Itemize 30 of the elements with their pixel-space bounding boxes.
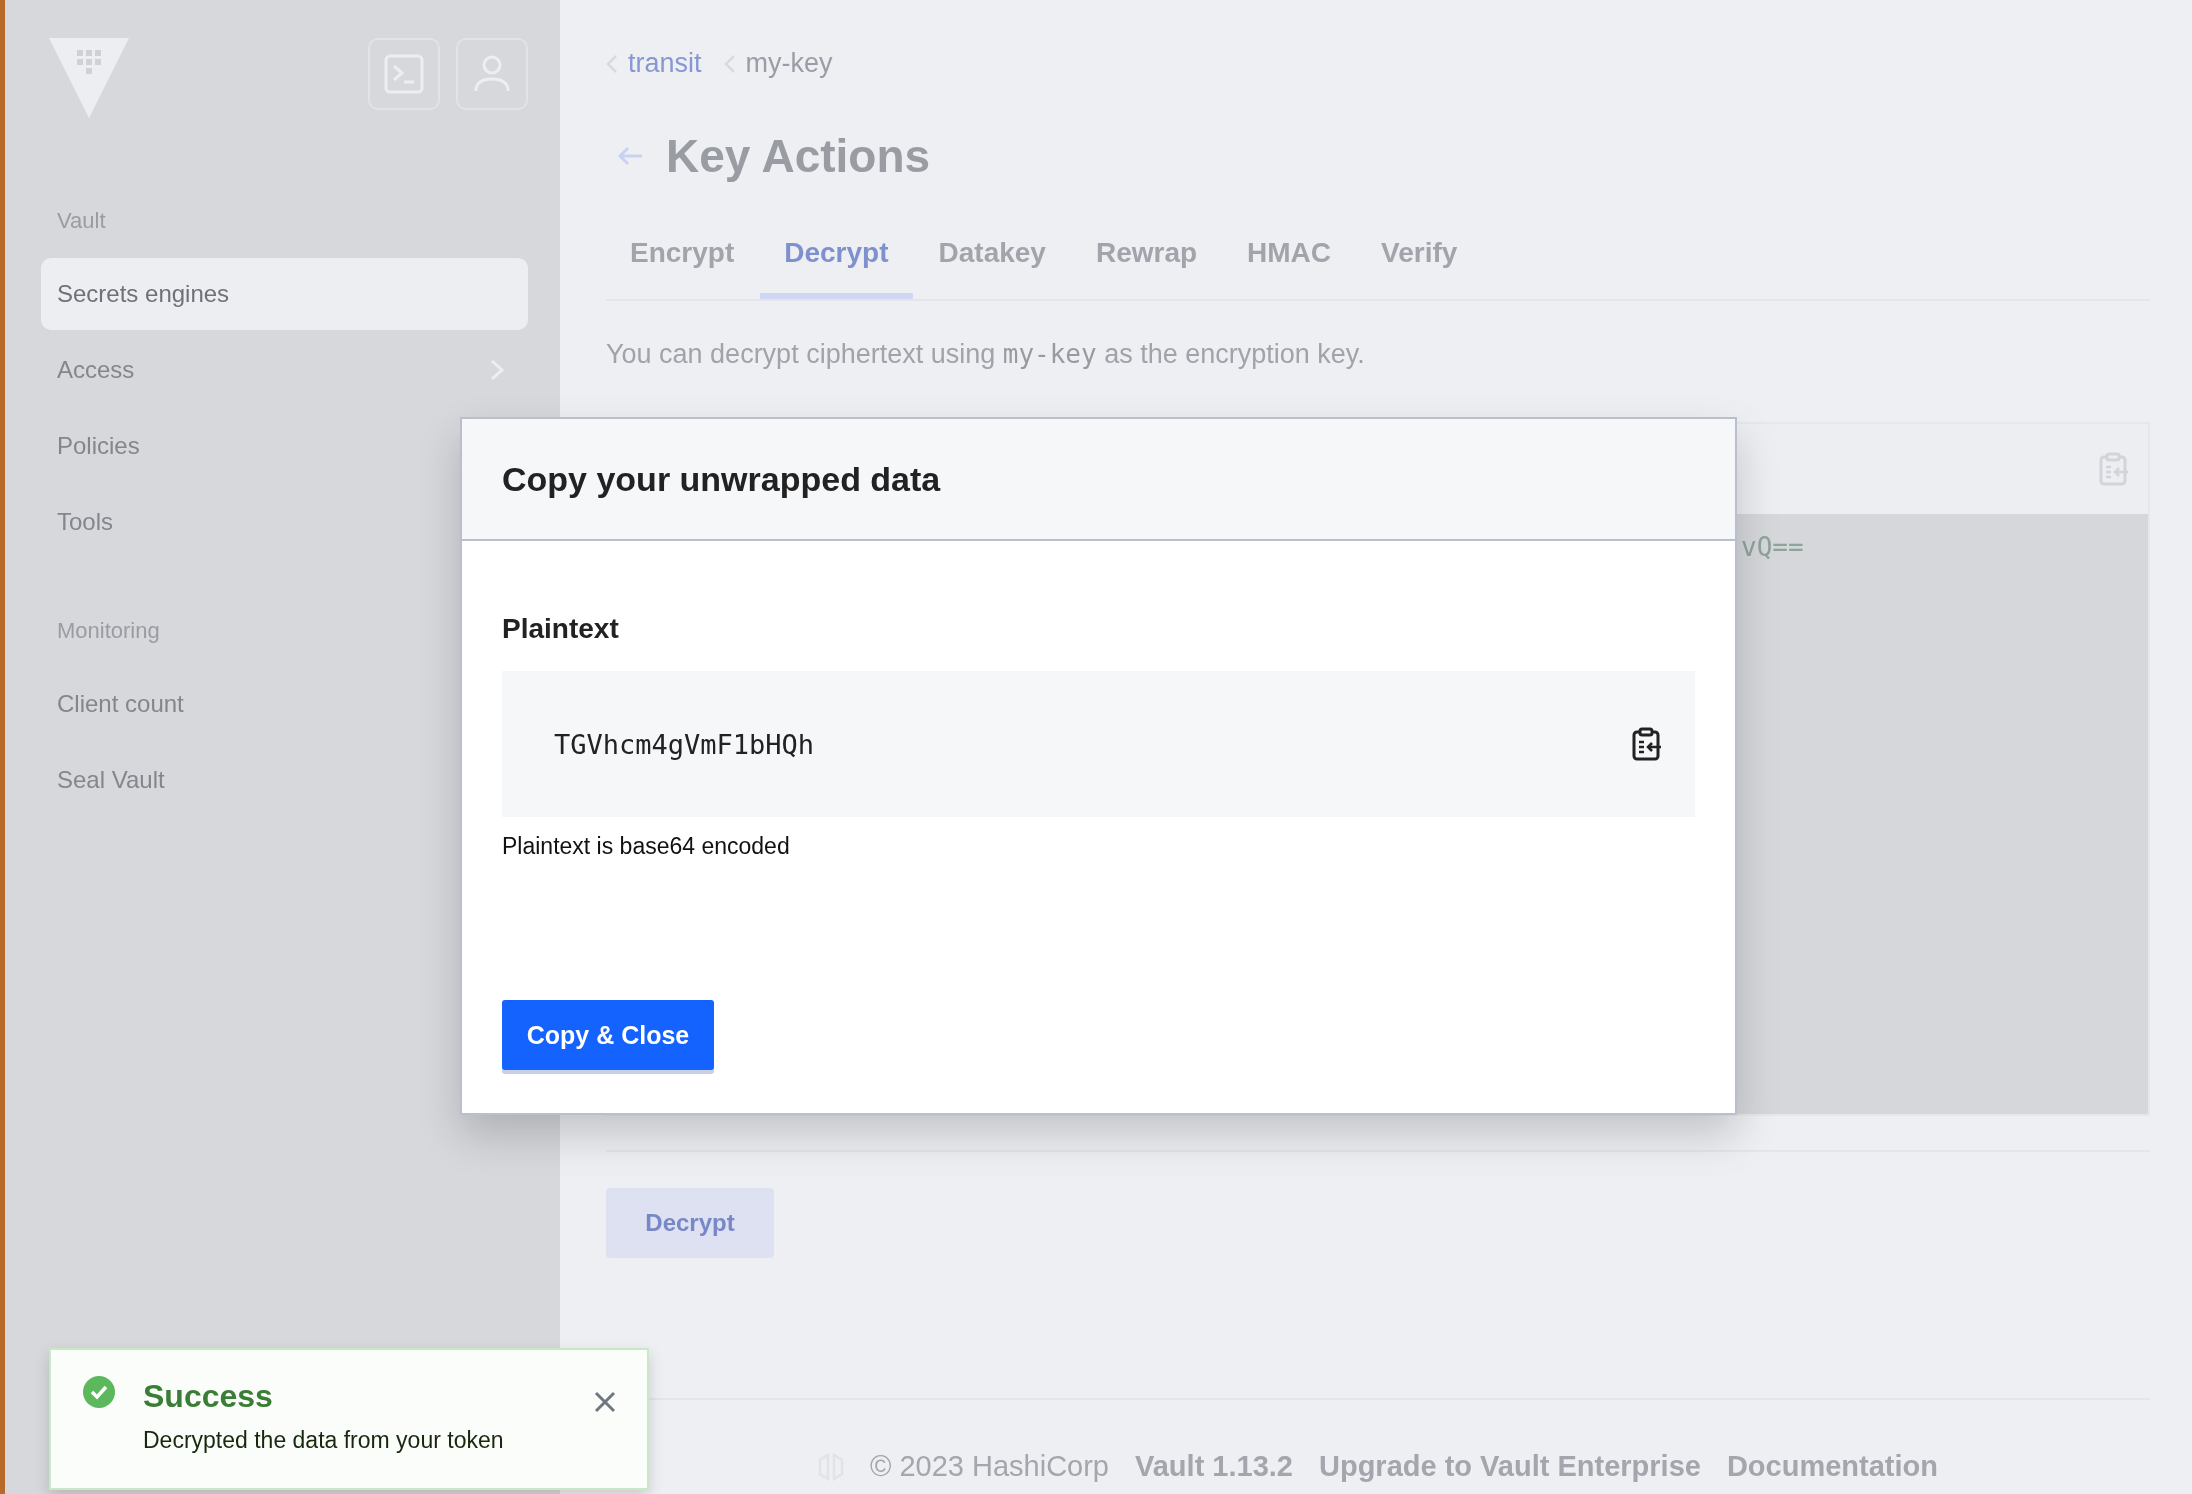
clipboard-icon[interactable] (1631, 727, 1663, 761)
close-icon[interactable] (593, 1390, 617, 1414)
logo-icon (49, 38, 129, 118)
nav-item[interactable]: Secrets engines (41, 258, 528, 330)
section-heading: Vault (56, 207, 107, 235)
tab[interactable]: HMAC (1223, 219, 1356, 299)
toast-title: Success (143, 1378, 274, 1415)
copyright-text: © 2023 HashiCorp (870, 1450, 1109, 1483)
tab[interactable]: Encrypt (606, 219, 759, 299)
tab[interactable]: Verify (1357, 219, 1482, 299)
field-label: Plaintext (502, 613, 619, 645)
modal-title: Copy your unwrapped data (502, 459, 941, 499)
back-arrow-icon[interactable] (616, 144, 644, 168)
check-circle-icon (83, 1376, 115, 1408)
nav-item[interactable]: Access (41, 334, 528, 406)
tab[interactable]: Decrypt (760, 219, 913, 299)
tab[interactable]: Rewrap (1071, 219, 1222, 299)
toast-message: Decrypted the data from your token (143, 1427, 505, 1454)
footer-link[interactable]: Upgrade to Vault Enterprise (1319, 1450, 1701, 1483)
footer-link[interactable]: Documentation (1726, 1450, 1938, 1483)
clipboard-icon[interactable] (2098, 452, 2130, 486)
tab[interactable]: Datakey (914, 219, 1070, 299)
page-title: Key Actions (666, 129, 931, 183)
decrypt-button[interactable]: Decrypt (606, 1188, 774, 1258)
help-text: Plaintext is base64 encoded (502, 833, 790, 860)
plaintext-value: TGVhcm4gVmF1bHQh (554, 728, 815, 760)
description-text: You can decrypt ciphertext using my-key as the encryption key. (606, 339, 1366, 370)
breadcrumb-current: my-key (745, 48, 833, 79)
version-text: Vault 1.13.2 (1135, 1450, 1293, 1483)
breadcrumb-link[interactable]: transit (628, 48, 702, 79)
